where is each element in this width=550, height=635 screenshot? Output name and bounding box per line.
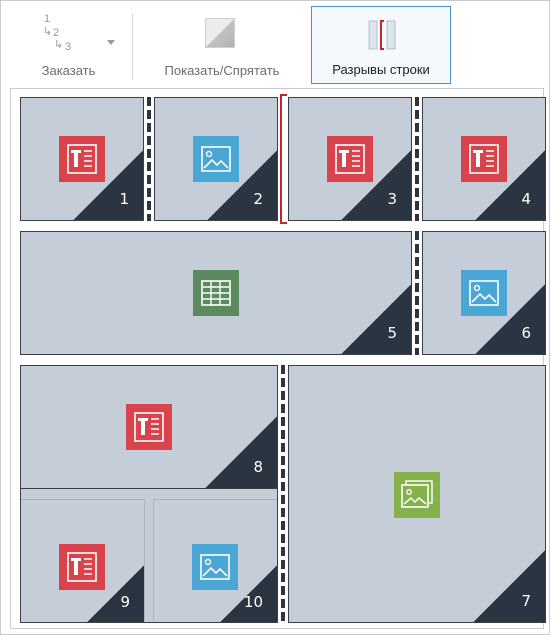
show-hide-icon <box>205 18 235 48</box>
show-hide-label: Показать/Спрятать <box>164 63 280 78</box>
text-icon <box>126 404 172 450</box>
line-break-marker[interactable] <box>147 97 151 221</box>
content-tile-9[interactable]: 9 <box>21 499 145 622</box>
tile-number: 2 <box>253 190 263 208</box>
line-break-marker[interactable] <box>415 231 419 355</box>
show-hide-button[interactable]: Показать/Спрятать <box>142 6 302 84</box>
tile-corner <box>205 416 277 488</box>
image-gallery-icon <box>394 472 440 518</box>
tile-number: 6 <box>521 324 531 342</box>
content-tile-4[interactable]: 4 <box>422 97 546 221</box>
content-tile-6[interactable]: 6 <box>422 231 546 355</box>
tile-corner <box>475 284 545 354</box>
order-label: Заказать <box>41 63 96 78</box>
tile-number: 3 <box>387 190 397 208</box>
tile-number: 4 <box>521 190 531 208</box>
tile-number: 5 <box>387 324 397 342</box>
tile-corner <box>473 550 545 622</box>
content-tile-2[interactable]: 2 <box>154 97 278 221</box>
line-breaks-icon <box>367 19 397 51</box>
line-breaks-button[interactable]: Разрывы строки <box>311 6 451 84</box>
tile-corner <box>86 565 144 622</box>
content-tile-1[interactable]: 1 <box>20 97 144 221</box>
tile-number: 10 <box>243 593 263 611</box>
line-break-marker[interactable] <box>415 97 419 221</box>
content-tile-8[interactable]: 8 <box>21 366 277 489</box>
tile-corner <box>341 284 411 354</box>
toolbar: 1 ↳ 2 ↳ 3 Заказать Показать/Спрятать Раз… <box>10 6 545 84</box>
tile-number: 8 <box>253 458 263 476</box>
tile-corner <box>73 150 143 220</box>
chevron-down-icon[interactable] <box>107 40 115 45</box>
tile-number: 7 <box>521 592 531 610</box>
content-tile-10[interactable]: 10 <box>153 499 277 622</box>
order-steps-icon: 1 ↳ 2 ↳ 3 <box>43 13 72 53</box>
tile-number: 9 <box>120 593 130 611</box>
line-break-marker[interactable] <box>281 365 285 623</box>
toolbar-divider <box>132 14 133 80</box>
order-button[interactable]: 1 ↳ 2 ↳ 3 Заказать <box>10 6 127 84</box>
tile-corner <box>475 150 545 220</box>
tile-group: 8 9 10 <box>20 365 278 623</box>
tile-corner <box>207 150 277 220</box>
content-tile-3[interactable]: 3 <box>288 97 412 221</box>
tile-corner <box>341 150 411 220</box>
table-icon <box>193 270 239 316</box>
content-tile-5[interactable]: 5 <box>20 231 412 355</box>
content-tile-7[interactable]: 7 <box>288 365 546 623</box>
tile-number: 1 <box>119 190 129 208</box>
line-breaks-label: Разрывы строки <box>332 62 430 77</box>
line-break-marker-selected[interactable] <box>280 94 287 224</box>
layout-grid: 1 2 3 4 5 6 8 9 10 7 <box>10 88 546 629</box>
